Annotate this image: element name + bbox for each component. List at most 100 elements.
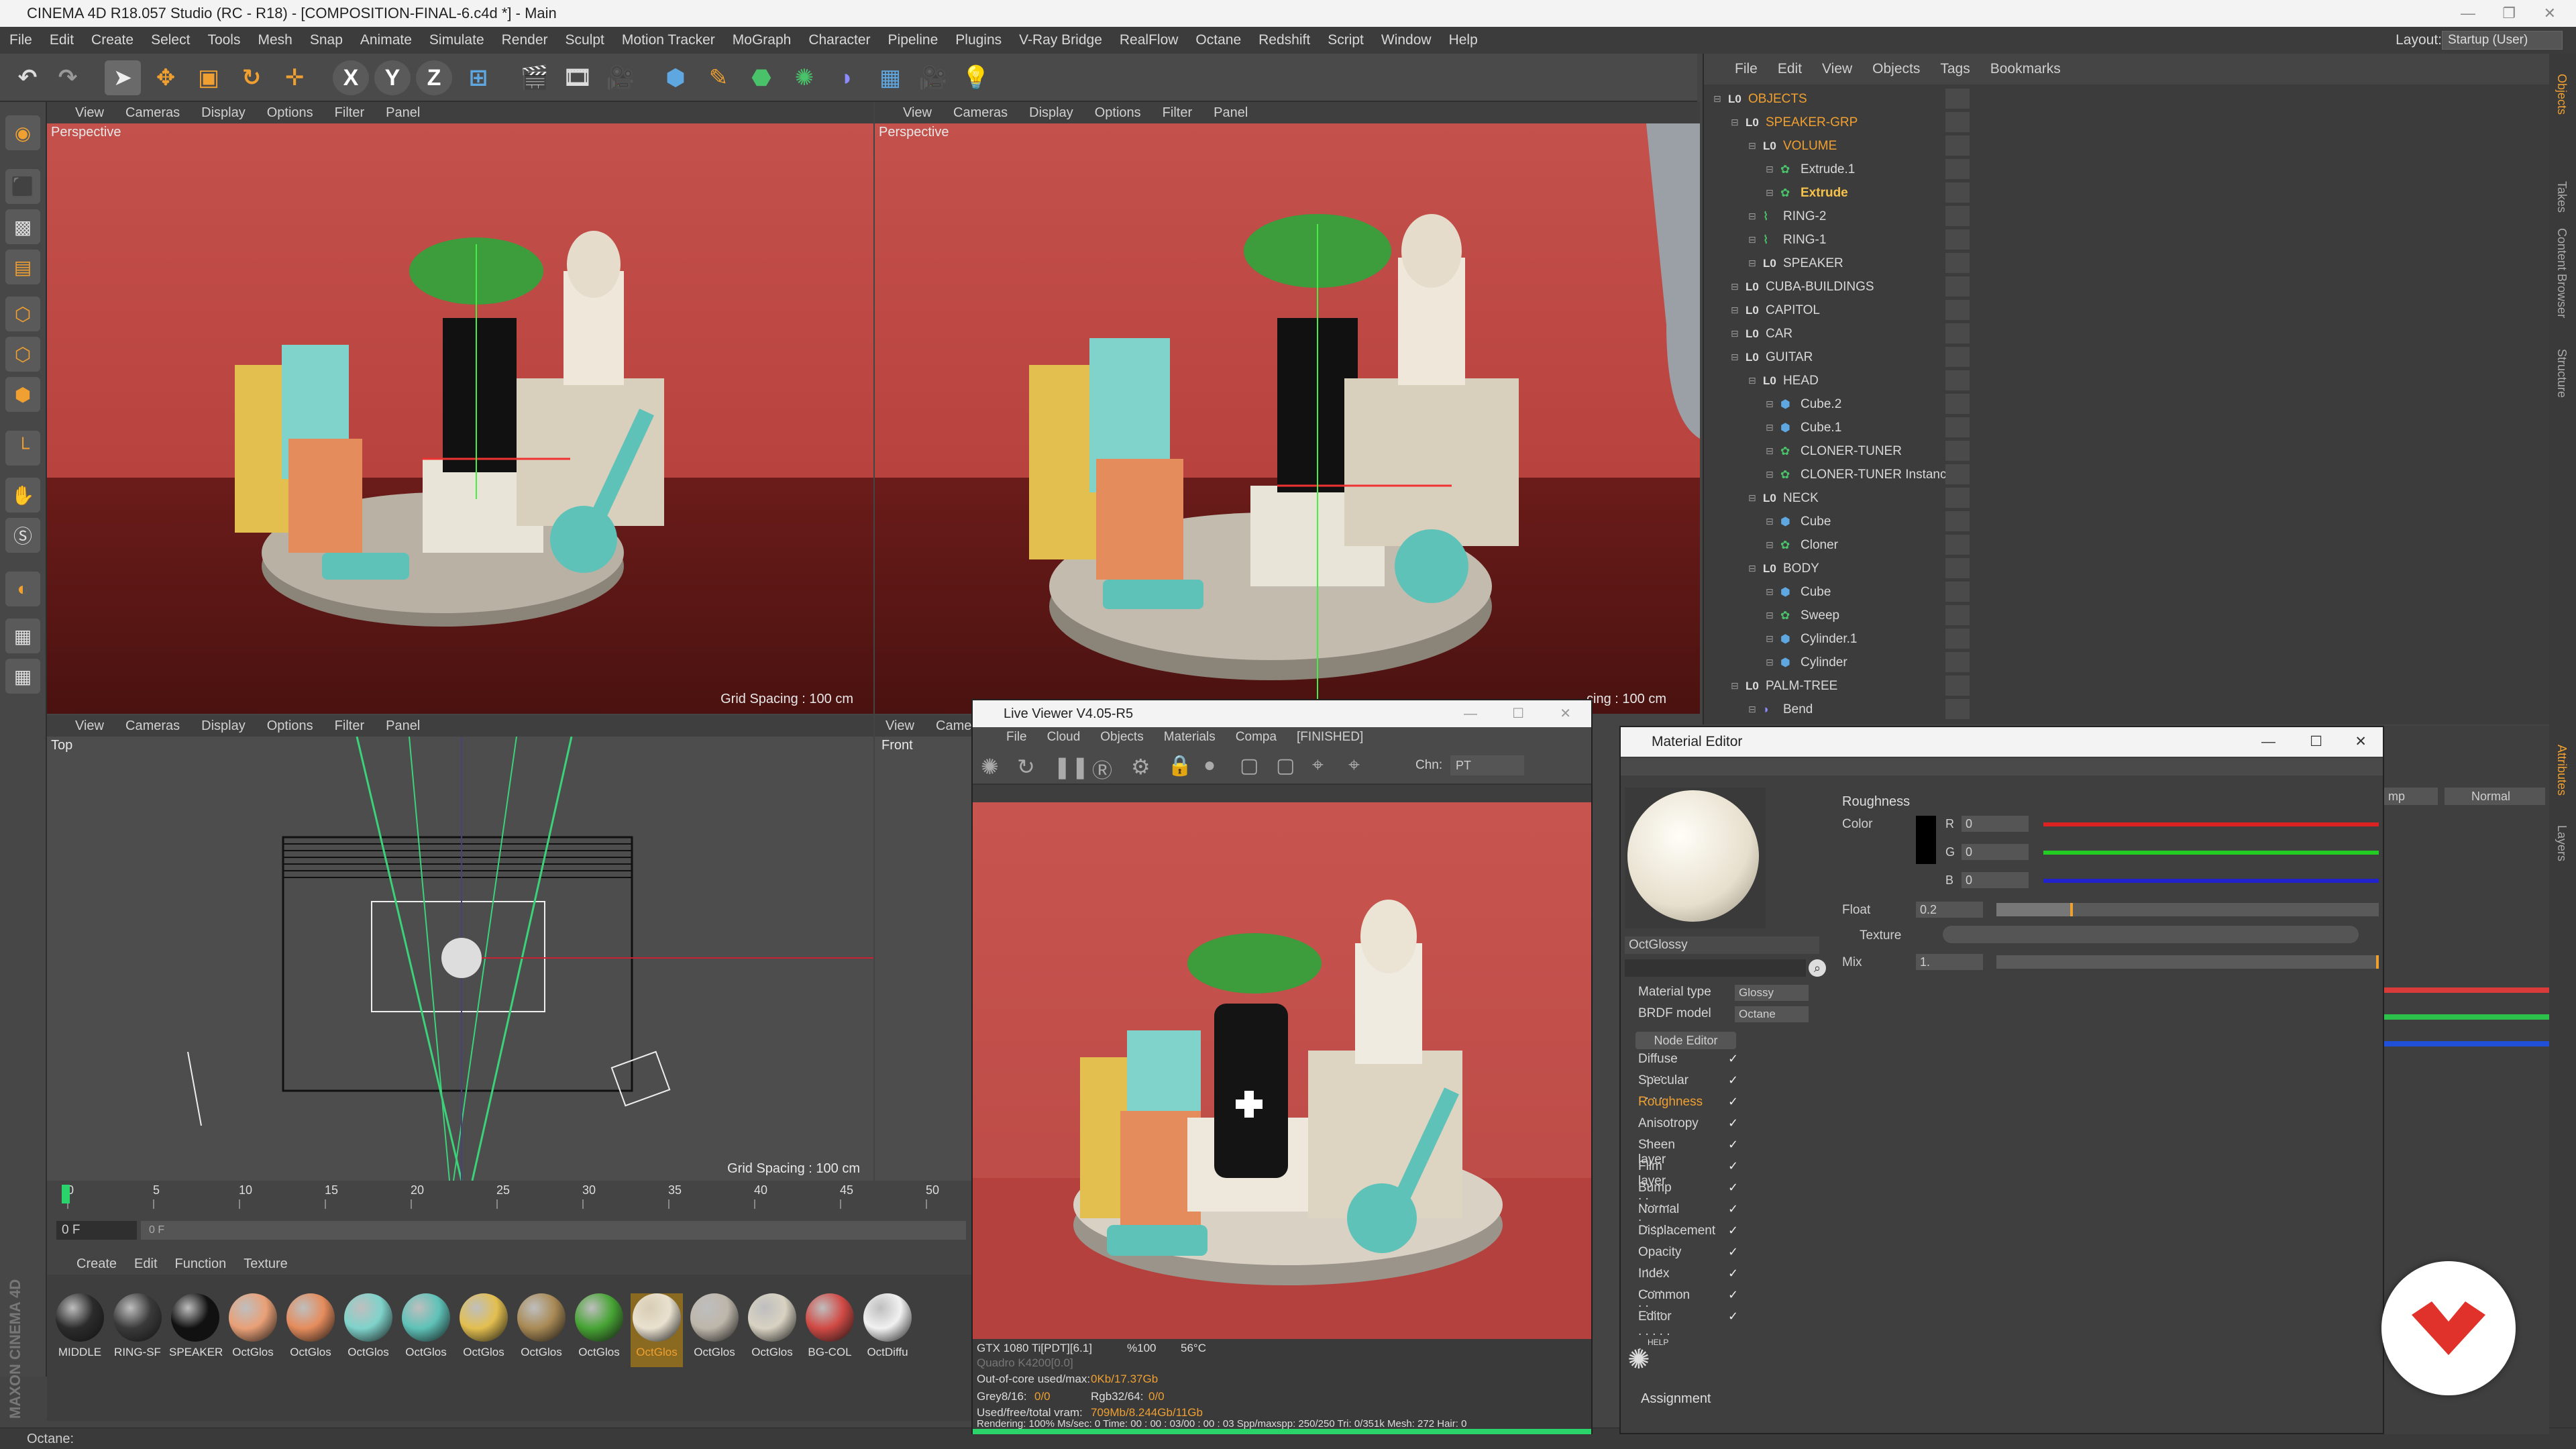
expand-toggle-icon[interactable]: ⊟ <box>1748 205 1756 228</box>
expand-toggle-icon[interactable]: ⊟ <box>1766 510 1774 533</box>
material-swatch[interactable]: RING-SF <box>111 1293 164 1367</box>
channel-checkbox[interactable]: ✓ <box>1728 1073 1741 1087</box>
channel-checkbox[interactable]: ✓ <box>1728 1267 1741 1280</box>
visibility-flags[interactable] <box>1945 676 1970 696</box>
mat-menu-edit[interactable]: Edit <box>134 1253 157 1275</box>
object-name[interactable]: RING-1 <box>1783 228 1826 252</box>
cloner-icon[interactable]: ✺ <box>786 60 822 95</box>
object-name[interactable]: Cube <box>1801 510 1831 533</box>
vp-menu-cameras[interactable]: Cameras <box>125 715 180 737</box>
minimize-icon[interactable]: — <box>1464 700 1477 727</box>
expand-toggle-icon[interactable]: ⊟ <box>1766 627 1774 651</box>
mat-menu-function[interactable]: Function <box>175 1253 227 1275</box>
material-swatch[interactable]: OctGlos <box>573 1293 625 1367</box>
vp-menu-filter[interactable]: Filter <box>1163 102 1192 123</box>
menu-item[interactable]: Script <box>1328 27 1364 54</box>
lock-icon[interactable]: 🔒 <box>1167 754 1192 777</box>
object-row[interactable]: ⊟ L0 SPEAKER <box>1704 252 2542 275</box>
workplane-icon[interactable]: ▤ <box>5 250 40 284</box>
object-row[interactable]: ⊟ L0 CAR <box>1704 322 2542 345</box>
visibility-flags[interactable] <box>1945 136 1970 156</box>
menu-item[interactable]: Animate <box>360 27 412 54</box>
visibility-flags[interactable] <box>1945 488 1970 508</box>
coordinate-system-icon[interactable]: ⊞ <box>460 60 496 95</box>
vp-menu-display[interactable]: Display <box>201 715 246 737</box>
menu-item[interactable]: MoGraph <box>733 27 792 54</box>
channel-checkbox[interactable]: ✓ <box>1728 1309 1741 1323</box>
material-swatch[interactable]: OctGlos <box>515 1293 568 1367</box>
object-name[interactable]: CLONER-TUNER Instance <box>1801 463 1953 486</box>
channel-checkbox[interactable]: ✓ <box>1728 1052 1741 1065</box>
expand-toggle-icon[interactable]: ⊟ <box>1766 604 1774 627</box>
visibility-flags[interactable] <box>1945 558 1970 578</box>
visibility-flags[interactable] <box>1945 300 1970 320</box>
expand-toggle-icon[interactable]: ⊟ <box>1731 299 1739 322</box>
object-row[interactable]: ⊟ ⬢ Cylinder <box>1704 651 2542 674</box>
expand-toggle-icon[interactable]: ⊟ <box>1766 416 1774 439</box>
object-row[interactable]: ⊟ ✿ Extrude.1 <box>1704 158 2542 181</box>
r-slider[interactable] <box>2043 822 2379 826</box>
object-row[interactable]: ⊟ L0 SPEAKER-GRP <box>1704 111 2542 134</box>
object-row[interactable]: ⊟ L0 VOLUME <box>1704 134 2542 158</box>
object-name[interactable]: Cube <box>1801 580 1831 604</box>
frame-range-slider[interactable]: 0 F <box>141 1221 966 1240</box>
vp-menu-view[interactable]: View <box>75 715 104 737</box>
visibility-flags[interactable] <box>1945 394 1970 414</box>
object-row[interactable]: ⊟ L0 CAPITOL <box>1704 299 2542 322</box>
tweak-mode-icon[interactable]: ✋ <box>5 478 40 513</box>
visibility-flags[interactable] <box>1945 699 1970 719</box>
lock-workplane-icon[interactable]: ▦ <box>5 659 40 694</box>
frame-icon[interactable]: ▢ <box>1276 754 1295 777</box>
om-menu-view[interactable]: View <box>1822 54 1852 85</box>
side-tab-objects[interactable]: Objects <box>2555 74 2569 115</box>
maximize-icon[interactable]: ☐ <box>1512 700 1524 727</box>
side-tab-content-browser[interactable]: Content Browser <box>2555 228 2569 318</box>
menu-item[interactable]: V-Ray Bridge <box>1019 27 1102 54</box>
axis-y-button[interactable]: Y <box>374 60 411 95</box>
om-menu-bookmarks[interactable]: Bookmarks <box>1990 54 2061 85</box>
render-picture-viewer-icon[interactable]: 🎞 <box>559 60 596 95</box>
viewport-top-left[interactable]: View Cameras Display Options Filter Pane… <box>47 102 873 714</box>
object-row[interactable]: ⊟ ✿ CLONER-TUNER Instance <box>1704 463 2542 486</box>
move-tool-icon[interactable]: ✥ <box>148 60 184 95</box>
channel-checkbox[interactable]: ✓ <box>1728 1095 1741 1108</box>
vp-menu-panel[interactable]: Panel <box>386 102 420 123</box>
vp-menu-options[interactable]: Options <box>267 102 313 123</box>
visibility-flags[interactable] <box>1945 182 1970 203</box>
object-row[interactable]: ⊟ L0 GUITAR <box>1704 345 2542 369</box>
object-name[interactable]: Cube.2 <box>1801 392 1841 416</box>
expand-toggle-icon[interactable]: ⊟ <box>1713 87 1721 111</box>
render-view-icon[interactable]: 🎬 <box>517 60 553 95</box>
menu-item[interactable]: Help <box>1449 27 1478 54</box>
menu-item[interactable]: Redshift <box>1258 27 1310 54</box>
object-row[interactable]: ⊟ L0 PALM-TREE <box>1704 674 2542 698</box>
side-tab-attributes[interactable]: Attributes <box>2555 745 2569 796</box>
expand-toggle-icon[interactable]: ⊟ <box>1766 181 1774 205</box>
expand-toggle-icon[interactable]: ⊟ <box>1766 392 1774 416</box>
region-render-icon[interactable]: Ⓡ <box>1092 754 1112 784</box>
pin-icon[interactable]: ⌖ <box>1312 754 1324 777</box>
channel-checkbox[interactable]: ✓ <box>1728 1288 1741 1301</box>
object-name[interactable]: OBJECTS <box>1748 87 1807 111</box>
material-swatch[interactable]: OctGlos <box>631 1293 683 1367</box>
visibility-flags[interactable] <box>1945 253 1970 273</box>
light-icon[interactable]: 💡 <box>958 60 994 95</box>
object-row[interactable]: ⊟ L0 HEAD <box>1704 369 2542 392</box>
object-name[interactable]: Cloner <box>1801 533 1838 557</box>
mat-menu-create[interactable]: Create <box>76 1253 117 1275</box>
attr-mode-mp[interactable]: mp <box>2384 788 2438 805</box>
lv-menu-objects[interactable]: Objects <box>1100 727 1143 747</box>
menu-item[interactable]: Render <box>502 27 548 54</box>
make-editable-icon[interactable]: ◉ <box>5 115 40 150</box>
material-name-input[interactable] <box>1625 959 1806 977</box>
channel-checkbox[interactable]: ✓ <box>1728 1116 1741 1130</box>
object-name[interactable]: CLONER-TUNER <box>1801 439 1902 463</box>
pause-render-icon[interactable]: ❚❚ <box>1053 754 1089 780</box>
om-menu-objects[interactable]: Objects <box>1872 54 1920 85</box>
visibility-flags[interactable] <box>1945 347 1970 367</box>
object-name[interactable]: PALM-TREE <box>1766 674 1837 698</box>
expand-toggle-icon[interactable]: ⊟ <box>1748 228 1756 252</box>
visibility-flags[interactable] <box>1945 605 1970 625</box>
expand-toggle-icon[interactable]: ⊟ <box>1766 533 1774 557</box>
rotate-tool-icon[interactable]: ↻ <box>233 60 270 95</box>
